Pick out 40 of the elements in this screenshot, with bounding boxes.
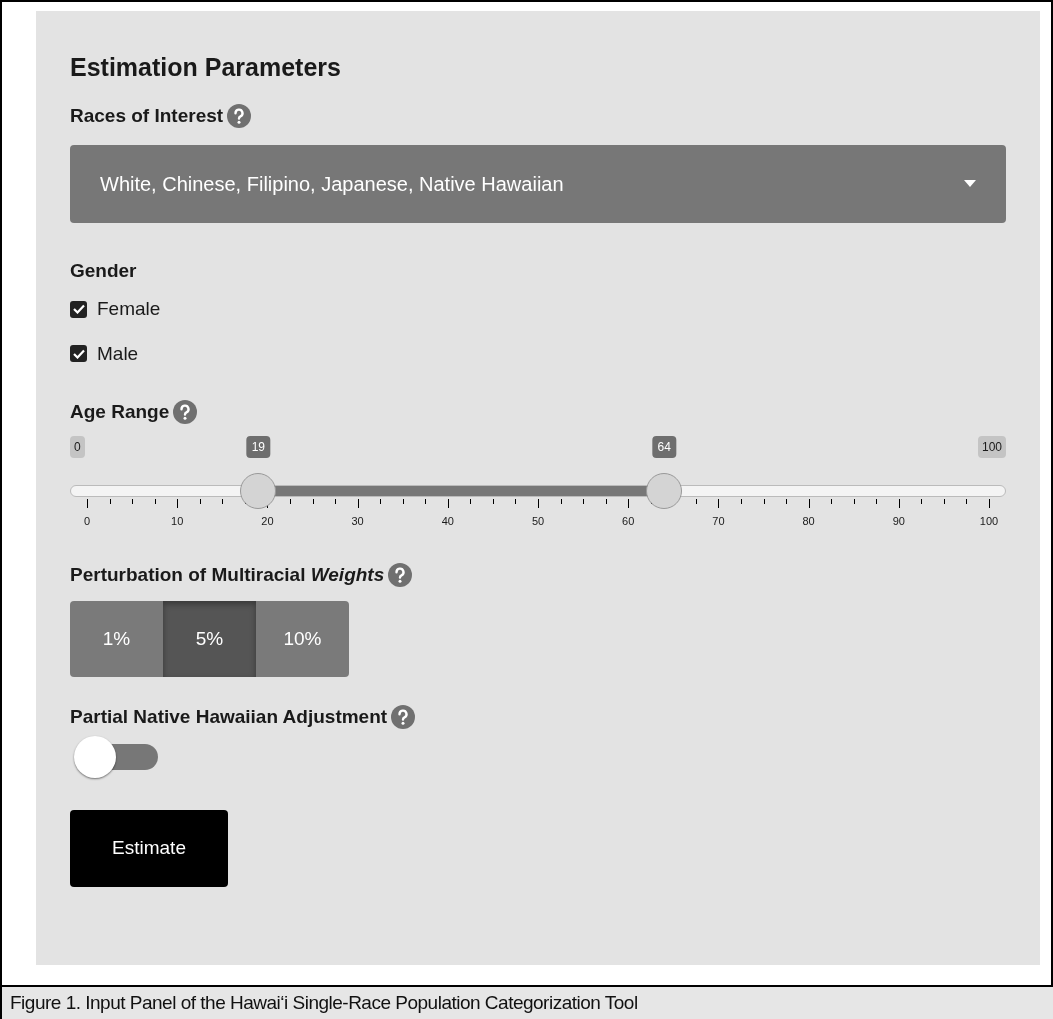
field-label: Age Range xyxy=(70,400,170,424)
segment-button[interactable]: 5% xyxy=(163,601,256,677)
figure-caption: Figure 1. Input Panel of the Hawai‘i Single-Race Population Categorization Tool xyxy=(10,990,638,1015)
field-label: Partial Native Hawaiian Adjustment xyxy=(70,705,388,729)
checkbox-label: Male xyxy=(97,341,139,366)
slider-max-label: 100 xyxy=(977,435,1006,458)
estimate-button[interactable]: Estimate xyxy=(70,809,228,887)
tick-label: 50 xyxy=(531,513,545,529)
tick-label: 60 xyxy=(622,513,635,529)
slider-handle[interactable] xyxy=(240,472,277,509)
tick-label: 80 xyxy=(802,513,815,529)
slider-handle[interactable] xyxy=(646,472,683,509)
segment-button[interactable]: 10% xyxy=(256,601,349,677)
tick-label: 10 xyxy=(171,513,184,529)
help-icon[interactable] xyxy=(391,705,416,730)
caret-icon xyxy=(964,180,976,187)
races-dropdown[interactable]: White, Chinese, Filipino, Japanese, Native Hawaiian xyxy=(70,144,1006,223)
tick-label: 30 xyxy=(351,513,364,529)
slider-value-label: 19 xyxy=(246,435,271,458)
tick-label: 70 xyxy=(712,513,725,529)
field-label: Races of Interest xyxy=(70,104,224,128)
tick-label: 90 xyxy=(892,513,905,529)
panel-title: Estimation Parameters xyxy=(70,55,341,80)
check-icon xyxy=(72,348,85,359)
tick-label: 20 xyxy=(261,513,274,529)
checkbox-label: Female xyxy=(97,297,161,321)
help-icon[interactable] xyxy=(173,400,198,425)
check-icon xyxy=(72,304,85,315)
slider-min-label: 0 xyxy=(70,435,85,458)
help-icon[interactable] xyxy=(227,104,252,129)
tick-label: 40 xyxy=(441,513,454,529)
slider-value-label: 64 xyxy=(652,435,676,458)
help-icon[interactable] xyxy=(388,562,413,587)
tick-label: 0 xyxy=(83,513,91,529)
field-label: Perturbation of Multiracial Weights xyxy=(70,562,385,587)
checkbox[interactable] xyxy=(70,345,87,363)
checkbox[interactable] xyxy=(70,300,87,318)
segment-button[interactable]: 1% xyxy=(70,601,163,677)
tick-label: 100 xyxy=(979,513,999,529)
field-label: Gender xyxy=(70,258,137,283)
